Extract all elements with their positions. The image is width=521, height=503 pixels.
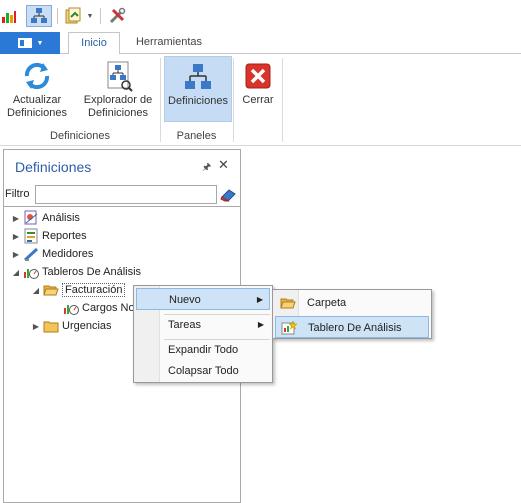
menu-item-expandir-todo[interactable]: Expandir Todo (136, 339, 270, 361)
refresh-icon (21, 60, 53, 92)
context-menu: Nuevo ▶ Tareas ▶ Expandir Todo Colapsar … (133, 285, 273, 383)
application-menu-button[interactable]: ▼ (0, 32, 60, 54)
close-icon (242, 60, 274, 92)
application-window: ▼ ▼ Inicio Herramientas Actualizar Defin… (0, 0, 521, 503)
analysis-icon (23, 210, 39, 226)
org-chart-icon[interactable] (26, 5, 52, 27)
submenu-nuevo: Carpeta Tablero De Análisis (272, 289, 432, 339)
folder-open-icon (43, 282, 59, 298)
menu-item-nuevo[interactable]: Nuevo ▶ (136, 288, 270, 310)
group-label-definiciones: Definiciones (50, 130, 110, 142)
tree-node-cargos[interactable]: Cargos No (61, 299, 135, 317)
folder-open-icon (280, 295, 296, 311)
quick-access-toolbar: ▼ (0, 0, 521, 32)
tree-node-label: Facturación (62, 283, 126, 297)
filter-label: Filtro (5, 188, 30, 200)
tree-node-label: Análisis (42, 212, 80, 224)
tab-inicio[interactable]: Inicio (68, 32, 120, 55)
definiciones-button[interactable]: Definiciones (164, 56, 232, 122)
collapse-arrow-icon[interactable]: ◢ (11, 268, 21, 277)
tree-node-label: Reportes (42, 230, 87, 242)
menu-item-label: Tareas (168, 319, 202, 331)
expand-arrow-icon[interactable]: ▶ (31, 322, 41, 331)
tree-node-label: Cargos No (82, 302, 135, 314)
menu-item-label: Carpeta (307, 297, 347, 309)
explorador-definiciones-button[interactable]: Explorador de Definiciones (78, 56, 158, 122)
chart-bars-icon[interactable] (0, 5, 18, 27)
actualizar-label: Actualizar Definiciones (7, 94, 67, 119)
menu-item-colapsar-todo[interactable]: Colapsar Todo (136, 360, 270, 382)
dropdown-icon[interactable]: ▼ (85, 5, 95, 27)
explorer-icon (102, 60, 134, 92)
actualizar-definiciones-button[interactable]: Actualizar Definiciones (3, 56, 71, 122)
report-icon (23, 228, 39, 244)
submenu-arrow-icon: ▶ (256, 295, 263, 304)
dashboard-icon (23, 264, 39, 280)
dashboard-icon (63, 300, 79, 316)
org-chart-icon (182, 61, 214, 93)
definiciones-label: Definiciones (168, 95, 228, 107)
tree-node-label: Tableros De Análisis (42, 266, 142, 278)
filter-input[interactable] (35, 185, 217, 204)
collapse-arrow-icon[interactable]: ◢ (31, 286, 41, 295)
submenu-arrow-icon: ▶ (257, 320, 264, 329)
window-icon (17, 38, 32, 48)
tree-node-label: Medidores (42, 248, 94, 260)
explorador-label: Explorador de Definiciones (83, 94, 153, 119)
eraser-icon[interactable] (219, 186, 237, 203)
tree-node-medidores[interactable]: ▶ Medidores (11, 245, 93, 263)
report-export-icon[interactable] (63, 5, 83, 27)
expand-arrow-icon[interactable]: ▶ (11, 232, 21, 241)
cerrar-label: Cerrar (242, 94, 274, 106)
pin-icon[interactable]: 🖈 (202, 160, 211, 177)
new-dashboard-icon (281, 320, 298, 336)
group-label-paneles: Paneles (176, 130, 217, 142)
menu-item-carpeta[interactable]: Carpeta (275, 292, 429, 314)
tree-node-analisis[interactable]: ▶ Análisis (11, 209, 80, 227)
cerrar-button[interactable]: Cerrar (237, 56, 279, 122)
expand-arrow-icon[interactable]: ▶ (11, 250, 21, 259)
gauge-icon (23, 246, 39, 262)
close-icon[interactable]: ✕ (218, 157, 229, 173)
ribbon-tab-row: ▼ Inicio Herramientas (0, 32, 521, 55)
ribbon: Actualizar Definiciones Explorador de De… (0, 54, 521, 146)
tree-node-reportes[interactable]: ▶ Reportes (11, 227, 87, 245)
tree-node-urgencias[interactable]: ▶ Urgencias (31, 317, 112, 335)
folder-icon (43, 318, 59, 334)
tree-node-facturacion[interactable]: ◢ Facturación (31, 281, 126, 299)
tree-node-label: Urgencias (62, 320, 112, 332)
menu-item-tareas[interactable]: Tareas ▶ (136, 314, 270, 336)
tools-icon[interactable] (106, 5, 128, 27)
menu-item-tablero-de-analisis[interactable]: Tablero De Análisis (275, 316, 429, 338)
menu-item-label: Nuevo (169, 294, 201, 306)
tree-node-tableros[interactable]: ◢ Tableros De Análisis (11, 263, 141, 281)
panel-title: Definiciones (15, 159, 92, 175)
tab-herramientas[interactable]: Herramientas (124, 32, 214, 54)
expand-arrow-icon[interactable]: ▶ (11, 214, 21, 223)
menu-item-label: Tablero De Análisis (308, 322, 402, 334)
chevron-down-icon: ▼ (36, 39, 44, 47)
